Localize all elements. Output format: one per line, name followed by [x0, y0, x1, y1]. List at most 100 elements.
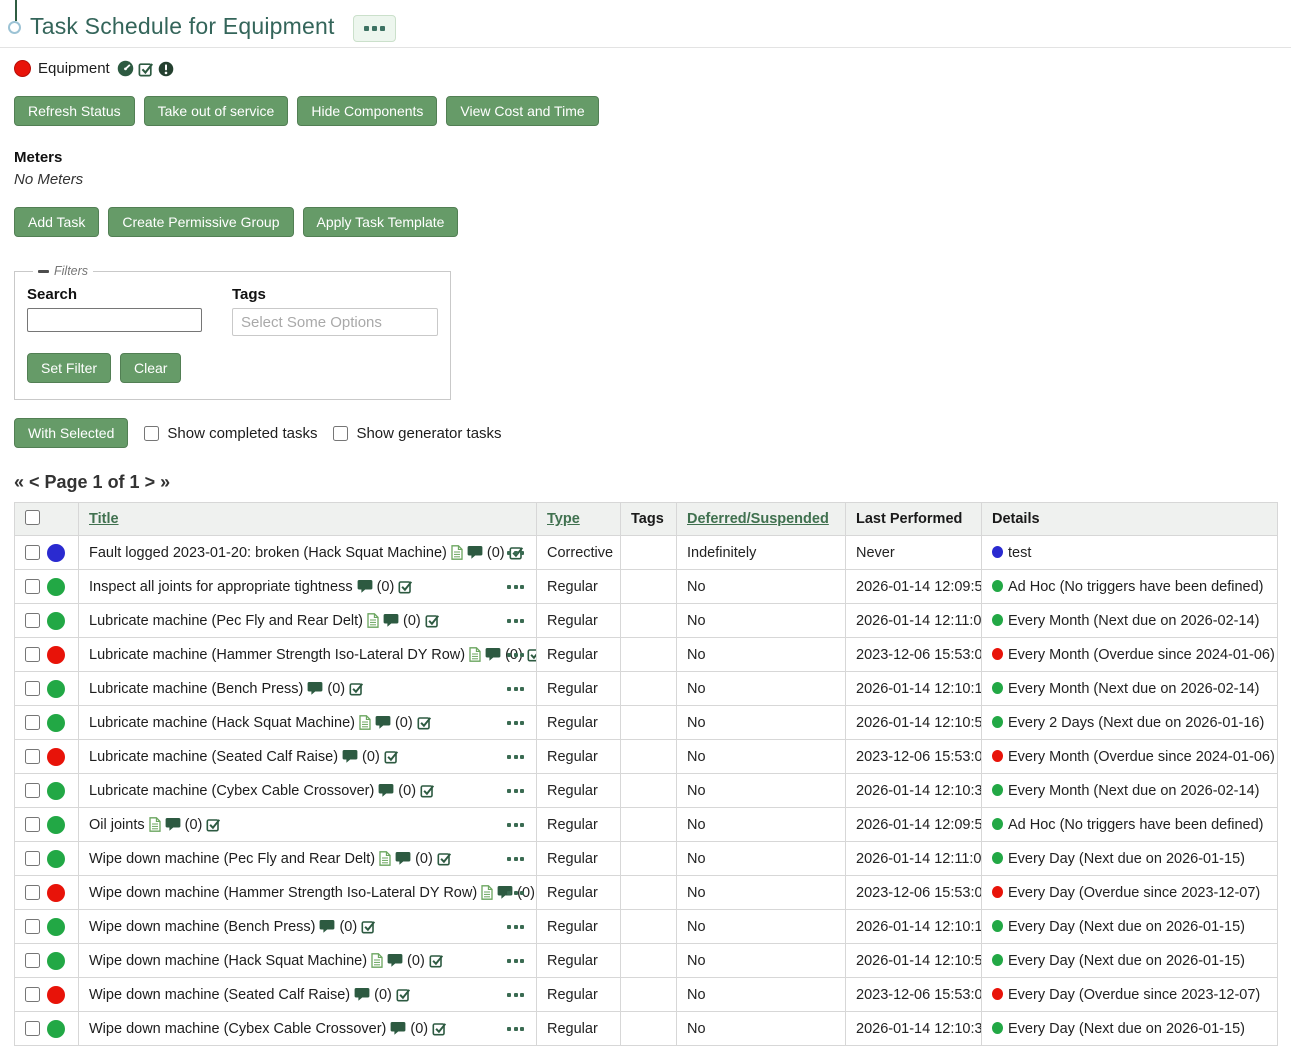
row-actions-ellipsis-button[interactable] — [505, 615, 526, 627]
file-text-icon[interactable] — [469, 647, 481, 662]
comment-icon[interactable] — [390, 1021, 406, 1036]
task-title[interactable]: Lubricate machine (Cybex Cable Crossover… — [89, 783, 374, 799]
first-page-button[interactable]: « — [14, 472, 24, 493]
page-actions-ellipsis-button[interactable] — [353, 15, 396, 42]
task-title[interactable]: Wipe down machine (Hammer Strength Iso-L… — [89, 885, 477, 901]
row-select-checkbox[interactable] — [25, 885, 40, 900]
task-title[interactable]: Lubricate machine (Seated Calf Raise) — [89, 749, 338, 765]
row-actions-ellipsis-button[interactable] — [505, 785, 526, 797]
row-select-checkbox[interactable] — [25, 749, 40, 764]
complete-task-check-icon[interactable] — [437, 851, 452, 866]
last-page-button[interactable]: » — [160, 472, 170, 493]
tags-input[interactable] — [232, 308, 438, 336]
with-selected-button[interactable]: With Selected — [14, 418, 129, 448]
row-select-checkbox[interactable] — [25, 783, 40, 798]
task-title[interactable]: Inspect all joints for appropriate tight… — [89, 579, 353, 595]
show-generator-checkbox[interactable] — [333, 425, 349, 441]
complete-task-check-icon[interactable] — [417, 715, 432, 730]
task-title[interactable]: Lubricate machine (Hack Squat Machine) — [89, 715, 355, 731]
create-permissive-group-button[interactable]: Create Permissive Group — [108, 207, 294, 237]
complete-task-check-icon[interactable] — [432, 1021, 447, 1036]
complete-task-check-icon[interactable] — [396, 987, 411, 1002]
refresh-status-button[interactable]: Refresh Status — [14, 96, 135, 126]
apply-task-template-button[interactable]: Apply Task Template — [302, 207, 459, 237]
complete-task-check-icon[interactable] — [206, 817, 221, 832]
file-text-icon[interactable] — [359, 715, 371, 730]
clear-filter-button[interactable]: Clear — [120, 353, 182, 383]
comment-icon[interactable] — [387, 953, 403, 968]
complete-task-check-icon[interactable] — [398, 579, 413, 594]
file-text-icon[interactable] — [148, 817, 161, 832]
comment-icon[interactable] — [342, 749, 358, 764]
comment-icon[interactable] — [378, 783, 394, 798]
comment-icon[interactable] — [319, 919, 335, 934]
comment-icon[interactable] — [467, 545, 483, 560]
complete-task-check-icon[interactable] — [361, 919, 376, 934]
row-actions-ellipsis-button[interactable] — [505, 649, 526, 661]
row-actions-ellipsis-button[interactable] — [505, 581, 526, 593]
exclamation-circle-icon[interactable] — [158, 61, 174, 77]
comment-icon[interactable] — [165, 817, 181, 832]
row-select-checkbox[interactable] — [25, 647, 40, 662]
task-title[interactable]: Wipe down machine (Bench Press) — [89, 919, 315, 935]
complete-task-check-icon[interactable] — [425, 613, 440, 628]
row-actions-ellipsis-button[interactable] — [505, 955, 526, 967]
row-actions-ellipsis-button[interactable] — [505, 887, 526, 899]
filters-legend[interactable]: Filters — [33, 264, 93, 278]
prev-page-button[interactable]: < — [29, 472, 40, 493]
row-select-checkbox[interactable] — [25, 851, 40, 866]
row-actions-ellipsis-button[interactable] — [505, 1023, 526, 1035]
view-cost-and-time-button[interactable]: View Cost and Time — [446, 96, 599, 126]
row-select-checkbox[interactable] — [25, 817, 40, 832]
row-actions-ellipsis-button[interactable] — [505, 853, 526, 865]
task-title[interactable]: Oil joints — [89, 817, 145, 833]
hide-components-button[interactable]: Hide Components — [297, 96, 438, 126]
row-select-checkbox[interactable] — [25, 953, 40, 968]
check-square-icon[interactable] — [138, 61, 154, 77]
row-actions-ellipsis-button[interactable] — [505, 683, 526, 695]
file-text-icon[interactable] — [371, 953, 383, 968]
comment-icon[interactable] — [383, 613, 399, 628]
comment-icon[interactable] — [485, 647, 501, 662]
row-actions-ellipsis-button[interactable] — [505, 751, 526, 763]
comment-icon[interactable] — [307, 681, 323, 696]
header-title[interactable]: Title — [78, 502, 537, 536]
take-out-of-service-button[interactable]: Take out of service — [143, 96, 289, 126]
task-title[interactable]: Wipe down machine (Cybex Cable Crossover… — [89, 1021, 386, 1037]
task-title[interactable]: Lubricate machine (Bench Press) — [89, 681, 303, 697]
file-text-icon[interactable] — [451, 545, 463, 560]
show-completed-checkbox[interactable] — [144, 425, 160, 441]
add-task-button[interactable]: Add Task — [14, 207, 100, 237]
row-actions-ellipsis-button[interactable] — [505, 921, 526, 933]
select-all-checkbox[interactable] — [25, 509, 40, 525]
complete-task-check-icon[interactable] — [384, 749, 399, 764]
collapse-minus-icon[interactable] — [38, 269, 49, 273]
row-select-checkbox[interactable] — [25, 579, 40, 594]
row-actions-ellipsis-button[interactable] — [505, 547, 526, 559]
complete-task-check-icon[interactable] — [429, 953, 444, 968]
row-select-checkbox[interactable] — [25, 1021, 40, 1036]
comment-icon[interactable] — [354, 987, 370, 1002]
row-actions-ellipsis-button[interactable] — [505, 989, 526, 1001]
next-page-button[interactable]: > — [145, 472, 156, 493]
row-actions-ellipsis-button[interactable] — [505, 717, 526, 729]
header-type[interactable]: Type — [536, 502, 621, 536]
complete-task-check-icon[interactable] — [527, 647, 537, 662]
file-text-icon[interactable] — [481, 885, 493, 900]
gauge-icon[interactable] — [117, 60, 134, 77]
task-title[interactable]: Lubricate machine (Pec Fly and Rear Delt… — [89, 613, 363, 629]
header-deferred[interactable]: Deferred/Suspended — [676, 502, 846, 536]
row-select-checkbox[interactable] — [25, 613, 40, 628]
complete-task-check-icon[interactable] — [349, 681, 364, 696]
search-input[interactable] — [27, 308, 202, 332]
task-title[interactable]: Wipe down machine (Pec Fly and Rear Delt… — [89, 851, 375, 867]
row-select-checkbox[interactable] — [25, 681, 40, 696]
row-select-checkbox[interactable] — [25, 919, 40, 934]
complete-task-check-icon[interactable] — [420, 783, 435, 798]
set-filter-button[interactable]: Set Filter — [27, 353, 112, 383]
row-select-checkbox[interactable] — [25, 715, 40, 730]
file-text-icon[interactable] — [379, 851, 391, 866]
file-text-icon[interactable] — [367, 613, 379, 628]
task-title[interactable]: Wipe down machine (Hack Squat Machine) — [89, 953, 367, 969]
task-title[interactable]: Fault logged 2023-01-20: broken (Hack Sq… — [89, 545, 447, 561]
